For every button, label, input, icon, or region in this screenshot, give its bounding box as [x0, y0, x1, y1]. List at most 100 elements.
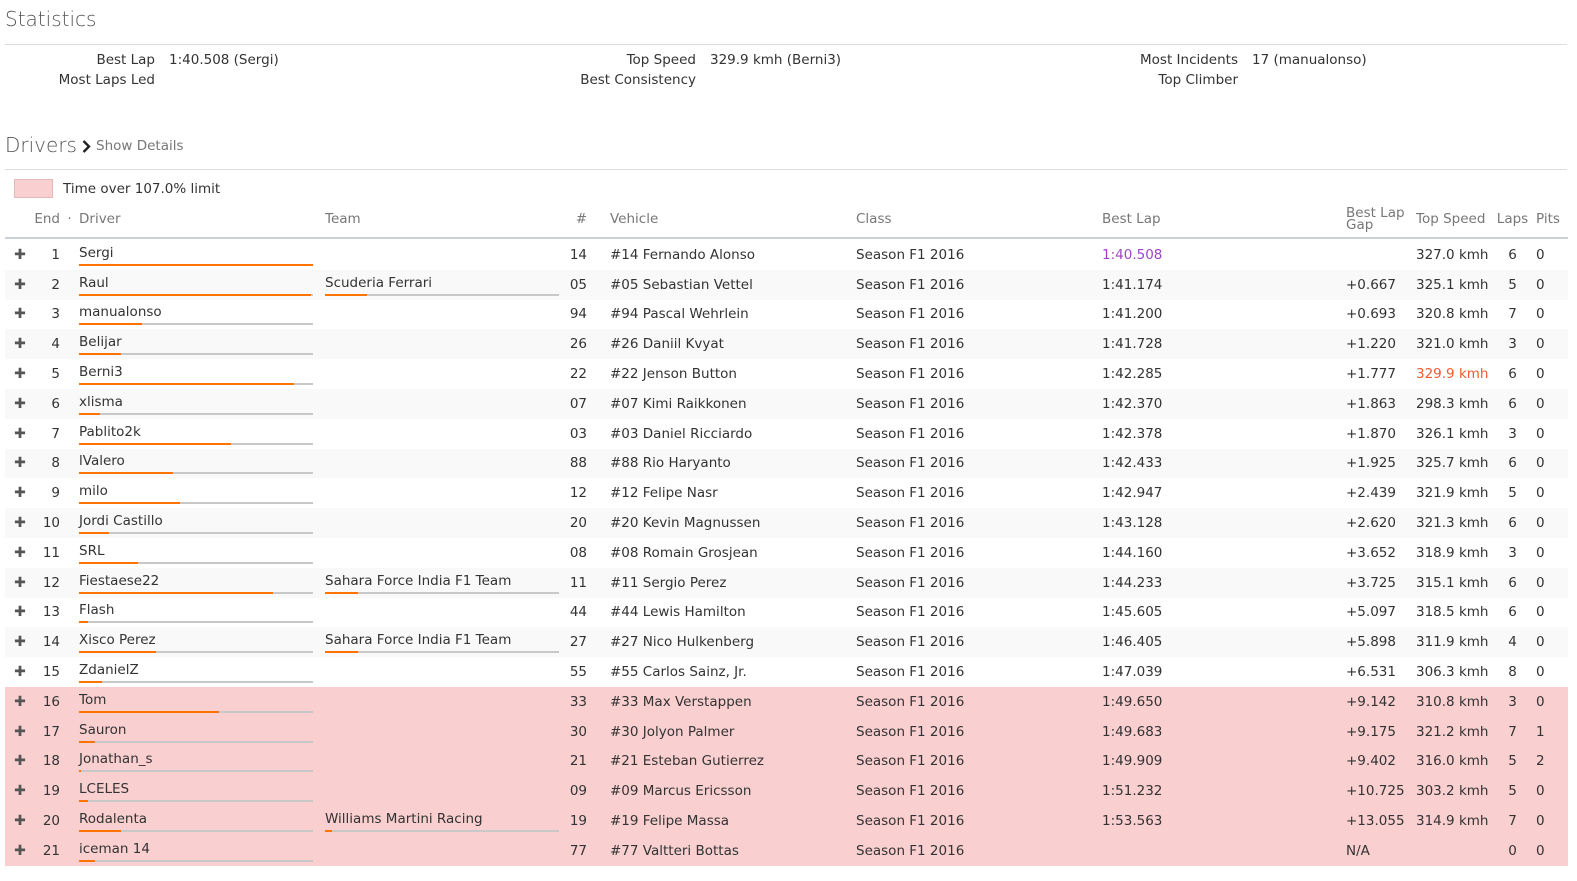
- driver-link[interactable]: Xisco Perez: [79, 632, 156, 648]
- expand-plus-icon[interactable]: ✚: [5, 306, 35, 322]
- driver-link[interactable]: xlisma: [79, 394, 123, 410]
- driver-progress-bar: [79, 621, 313, 624]
- car-number: 55: [569, 664, 587, 681]
- expand-plus-icon[interactable]: ✚: [5, 634, 35, 650]
- expand-plus-icon[interactable]: ✚: [5, 604, 35, 620]
- top-speed: 314.9 kmh: [1416, 813, 1489, 830]
- driver-link[interactable]: Fiestaese22: [79, 573, 159, 589]
- driver-link[interactable]: Rodalenta: [79, 811, 147, 827]
- col-top-speed[interactable]: Top Speed: [1416, 200, 1495, 237]
- best-lap: 1:49.683: [1102, 723, 1163, 740]
- table-row: ✚ 10 Jordi Castillo 20 #20 Kevin Magnuss…: [5, 508, 1568, 538]
- driver-cell: Belijar: [79, 332, 313, 356]
- expand-plus-icon[interactable]: ✚: [5, 336, 35, 352]
- col-vehicle[interactable]: Vehicle: [610, 200, 856, 237]
- driver-link[interactable]: Jonathan_s: [79, 751, 153, 767]
- expand-plus-icon[interactable]: ✚: [5, 694, 35, 710]
- driver-link[interactable]: SRL: [79, 543, 104, 559]
- driver-link[interactable]: lValero: [79, 453, 125, 469]
- pits: 0: [1536, 366, 1545, 383]
- driver-progress-fill: [79, 710, 220, 713]
- expand-plus-icon[interactable]: ✚: [5, 843, 35, 859]
- table-row: ✚ 19 LCELES 09 #09 Marcus Ericsson Seaso…: [5, 776, 1568, 807]
- driver-link[interactable]: manualonso: [79, 304, 162, 320]
- expand-plus-icon[interactable]: ✚: [5, 485, 35, 501]
- col-laps[interactable]: Laps: [1495, 200, 1530, 237]
- expand-plus-icon[interactable]: ✚: [5, 664, 35, 680]
- driver-link[interactable]: milo: [79, 483, 108, 499]
- car-number: 21: [569, 753, 587, 770]
- table-row: ✚ 5 Berni3 22 #22 Jenson Button Season F…: [5, 359, 1568, 389]
- driver-link[interactable]: Jordi Castillo: [79, 513, 163, 529]
- driver-link[interactable]: iceman 14: [79, 841, 150, 857]
- laps: 8: [1508, 664, 1517, 681]
- expand-plus-icon[interactable]: ✚: [5, 813, 35, 829]
- driver-link[interactable]: Belijar: [79, 334, 122, 350]
- team-link[interactable]: Scuderia Ferrari: [325, 275, 432, 291]
- best-lap: 1:46.405: [1102, 634, 1163, 651]
- driver-cell: Flash: [79, 600, 313, 624]
- best-lap: 1:42.378: [1102, 425, 1163, 442]
- expand-plus-icon[interactable]: ✚: [5, 575, 35, 591]
- best-lap-gap: +1.870: [1346, 425, 1396, 442]
- col-pits[interactable]: Pits: [1530, 200, 1573, 237]
- show-details-toggle[interactable]: Show Details: [82, 138, 184, 154]
- expand-plus-icon[interactable]: ✚: [5, 366, 35, 382]
- driver-progress-fill: [79, 472, 173, 475]
- best-lap-gap: +9.402: [1346, 753, 1396, 770]
- team-cell: Williams Martini Racing: [325, 809, 559, 833]
- pits: 0: [1536, 395, 1545, 412]
- pits: 0: [1536, 544, 1545, 561]
- driver-link[interactable]: Sergi: [79, 245, 114, 261]
- team-link[interactable]: Williams Martini Racing: [325, 811, 483, 827]
- col-team[interactable]: Team: [325, 200, 559, 237]
- driver-link[interactable]: LCELES: [79, 781, 129, 797]
- col-class[interactable]: Class: [856, 200, 1102, 237]
- end-position: 2: [51, 276, 60, 293]
- end-position: 10: [42, 515, 60, 532]
- expand-plus-icon[interactable]: ✚: [5, 783, 35, 799]
- top-speed: 321.0 kmh: [1416, 336, 1489, 353]
- col-end[interactable]: End: [34, 200, 60, 237]
- end-position: 13: [42, 604, 60, 621]
- expand-plus-icon[interactable]: ✚: [5, 277, 35, 293]
- pits: 0: [1536, 574, 1545, 591]
- laps: 7: [1508, 306, 1517, 323]
- expand-plus-icon[interactable]: ✚: [5, 753, 35, 769]
- expand-plus-icon[interactable]: ✚: [5, 247, 35, 263]
- driver-link[interactable]: Berni3: [79, 364, 123, 380]
- pits: 0: [1536, 813, 1545, 830]
- table-row: ✚ 12 Fiestaese22 Sahara Force India F1 T…: [5, 567, 1568, 598]
- top-speed: 326.1 kmh: [1416, 425, 1489, 442]
- team-link[interactable]: Sahara Force India F1 Team: [325, 573, 511, 589]
- best-lap: 1:47.039: [1102, 664, 1163, 681]
- driver-link[interactable]: Flash: [79, 602, 114, 618]
- pits: 0: [1536, 336, 1545, 353]
- expand-plus-icon[interactable]: ✚: [5, 515, 35, 531]
- expand-plus-icon[interactable]: ✚: [5, 545, 35, 561]
- expand-plus-icon[interactable]: ✚: [5, 724, 35, 740]
- team-cell: [325, 541, 559, 565]
- col-driver[interactable]: Driver: [79, 200, 313, 237]
- expand-plus-icon[interactable]: ✚: [5, 455, 35, 471]
- driver-progress-bar: [79, 710, 313, 713]
- team-cell: [325, 243, 559, 267]
- expand-plus-icon[interactable]: ✚: [5, 396, 35, 412]
- driver-link[interactable]: Pablito2k: [79, 424, 141, 440]
- car-number: 09: [569, 783, 587, 800]
- col-best-lap-gap[interactable]: Best Lap Gap: [1346, 200, 1416, 237]
- driver-link[interactable]: Sauron: [79, 722, 126, 738]
- team-link[interactable]: Sahara Force India F1 Team: [325, 632, 511, 648]
- expand-plus-icon[interactable]: ✚: [5, 426, 35, 442]
- col-gap-line2: Gap: [1346, 216, 1374, 233]
- driver-cell: LCELES: [79, 779, 313, 803]
- driver-link[interactable]: Tom: [79, 692, 106, 708]
- driver-link[interactable]: Raul: [79, 275, 109, 291]
- driver-cell: Sauron: [79, 720, 313, 744]
- driver-cell: Berni3: [79, 362, 313, 386]
- col-best-lap[interactable]: Best Lap: [1102, 200, 1346, 237]
- driver-link[interactable]: ZdanielZ: [79, 662, 139, 678]
- col-number[interactable]: #: [559, 200, 590, 237]
- class: Season F1 2016: [856, 664, 965, 681]
- team-progress-bar: [325, 293, 559, 296]
